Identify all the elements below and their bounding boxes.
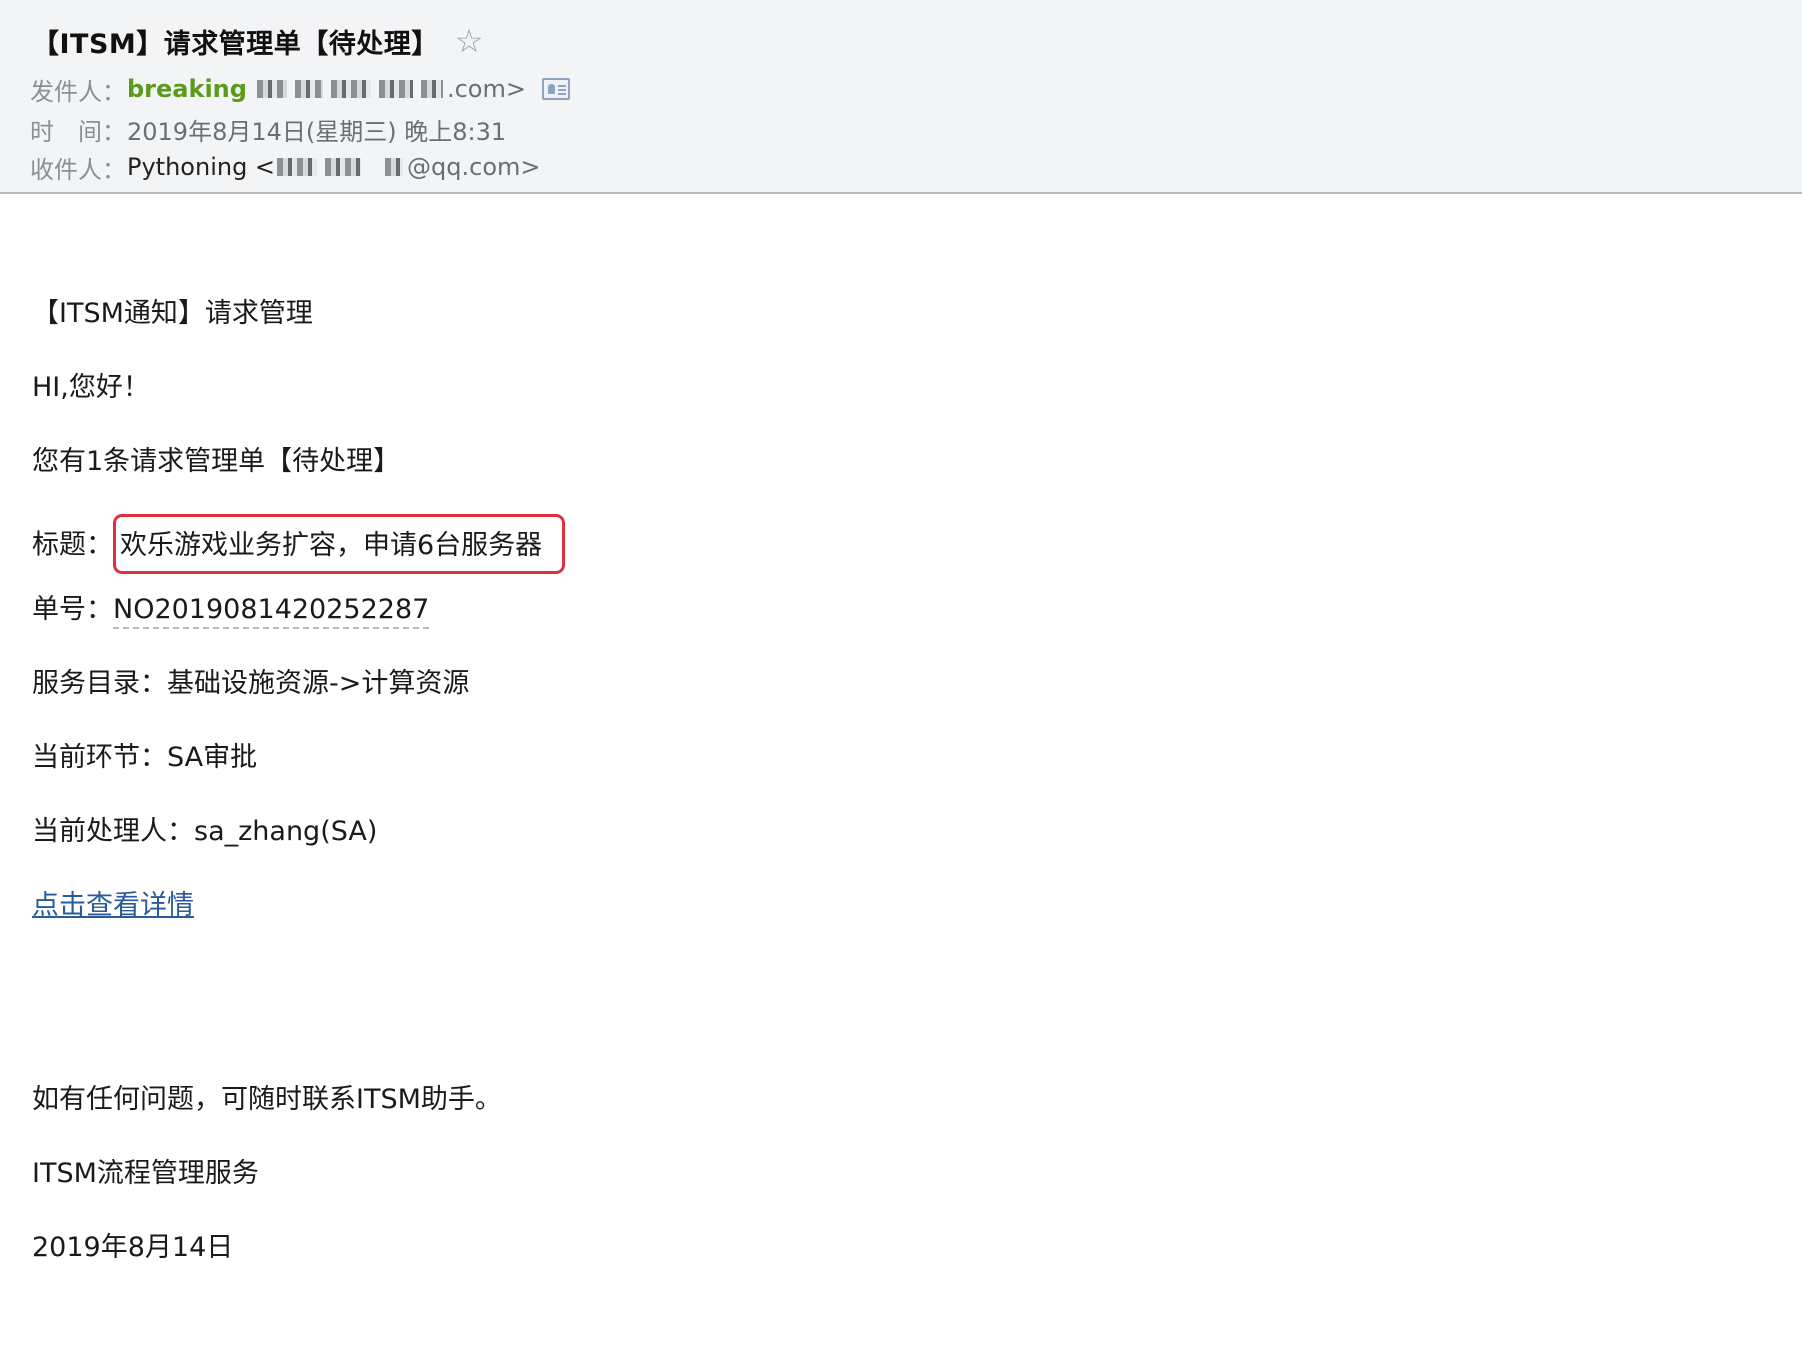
recipient-name[interactable]: Pythoning < [127, 153, 275, 181]
number-line: 单号：NO2019081420252287 [32, 590, 430, 630]
sender-name[interactable]: breaking [127, 75, 247, 103]
contact-text: 如有任何问题，可随时联系ITSM助手。 [32, 1084, 502, 1115]
catalog-label: 服务目录： [32, 668, 167, 699]
redacted-block [378, 80, 413, 98]
stage-label: 当前环节： [32, 742, 167, 773]
redacted-block [420, 80, 443, 98]
number-label: 单号： [32, 594, 113, 625]
star-icon[interactable]: ☆ [455, 25, 484, 57]
sender-email-suffix: .com> [446, 75, 526, 103]
subject-row: 【ITSM】请求管理单【待处理】 ☆ [32, 18, 483, 64]
view-details-link[interactable]: 点击查看详情 [32, 890, 194, 921]
time-value: 2019年8月14日(星期三) 晚上8:31 [127, 117, 507, 146]
handler-line: 当前处理人：sa_zhang(SA) [32, 812, 377, 852]
email-header: 【ITSM】请求管理单【待处理】 ☆ 发件人： breaking .com> 时… [0, 0, 1802, 194]
handler-value: sa_zhang(SA) [194, 816, 378, 847]
catalog-line: 服务目录：基础设施资源->计算资源 [32, 664, 469, 704]
title-value: 欢乐游戏业务扩容，申请6台服务器 [120, 530, 543, 561]
email-subject: 【ITSM】请求管理单【待处理】 [32, 28, 439, 60]
to-row: 收件人： Pythoning < @qq.com> [30, 149, 541, 185]
catalog-value: 基础设施资源->计算资源 [167, 668, 470, 699]
email-heading: 【ITSM通知】请求管理 [32, 298, 313, 329]
redacted-block [325, 158, 362, 176]
redacted-block [294, 80, 323, 98]
time-label: 时 间： [30, 117, 126, 146]
from-label: 发件人： [30, 77, 126, 106]
stage-line: 当前环节：SA审批 [32, 738, 257, 778]
time-row: 时 间： 2019年8月14日(星期三) 晚上8:31 [30, 111, 506, 147]
title-line: 标题： 欢乐游戏业务扩容，申请6台服务器 [32, 514, 566, 574]
redacted-block [330, 80, 371, 98]
contact-card-icon[interactable] [541, 78, 570, 100]
detail-line: 点击查看详情 [32, 886, 194, 926]
signature-date: 2019年8月14日 [32, 1232, 234, 1263]
to-label: 收件人： [30, 155, 126, 184]
greeting: HI,您好！ [32, 372, 150, 403]
handler-label: 当前处理人： [32, 816, 194, 847]
stage-value: SA审批 [167, 742, 258, 773]
pending-text: 您有1条请求管理单【待处理】 [32, 446, 401, 477]
ticket-number[interactable]: NO2019081420252287 [113, 594, 430, 629]
title-label: 标题： [32, 529, 113, 561]
redacted-block [277, 158, 318, 176]
recipient-email-suffix: @qq.com> [407, 153, 541, 181]
redacted-block [256, 80, 287, 98]
redacted-block [385, 158, 404, 176]
title-highlight-box: 欢乐游戏业务扩容，申请6台服务器 [113, 514, 566, 574]
service-name: ITSM流程管理服务 [32, 1158, 259, 1189]
from-row: 发件人： breaking .com> [30, 71, 570, 107]
